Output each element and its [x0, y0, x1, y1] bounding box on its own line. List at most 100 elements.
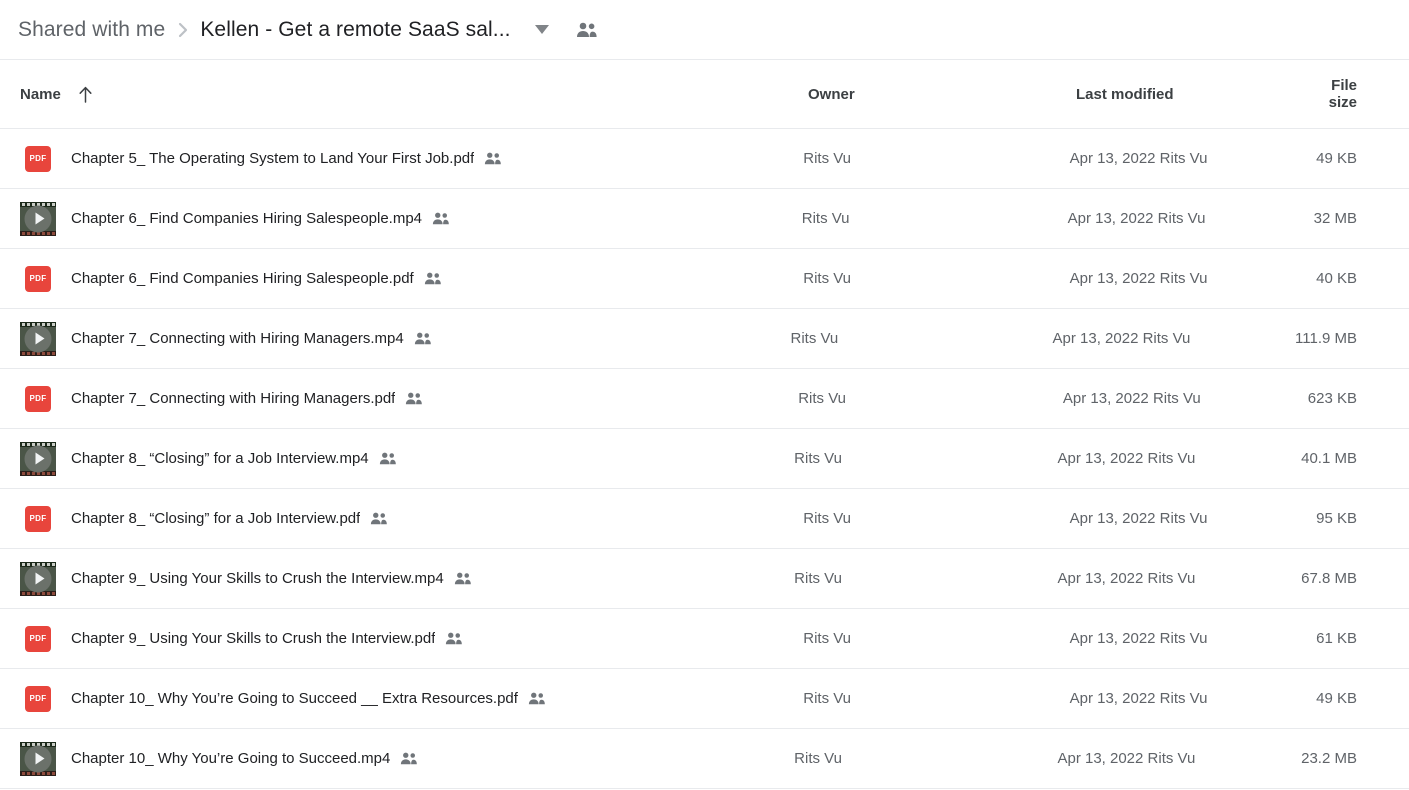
pdf-file-icon: PDF [20, 681, 56, 717]
file-name-cell[interactable]: PDF Chapter 6_ Find Companies Hiring Sale… [20, 261, 803, 297]
file-name-cell[interactable]: Chapter 8_ “Closing” for a Job Interview… [20, 441, 794, 477]
file-size-cell: 40 KB [1316, 270, 1357, 287]
file-row[interactable]: Chapter 8_ “Closing” for a Job Interview… [0, 429, 1409, 489]
pdf-file-icon-label: PDF [25, 505, 51, 532]
file-last-modified-cell: Apr 13, 2022 Rits Vu [1062, 390, 1201, 407]
file-row[interactable]: PDF Chapter 5_ The Operating System to La… [0, 129, 1409, 189]
pdf-file-icon-label: PDF [25, 265, 51, 292]
file-size-cell: 40.1 MB [1301, 450, 1357, 467]
shared-people-icon [400, 750, 418, 768]
file-name-label: Chapter 9_ Using Your Skills to Crush th… [71, 570, 444, 587]
file-size-cell: 95 KB [1316, 510, 1357, 527]
play-button-icon [24, 445, 52, 472]
file-size-cell: 23.2 MB [1301, 750, 1357, 767]
file-row[interactable]: PDF Chapter 10_ Why You’re Going to Succe… [0, 669, 1409, 729]
file-row[interactable]: Chapter 6_ Find Companies Hiring Salespe… [0, 189, 1409, 249]
column-header-owner[interactable]: Owner [808, 86, 1076, 103]
file-name-label: Chapter 10_ Why You’re Going to Succeed.… [71, 750, 391, 767]
file-row[interactable]: PDF Chapter 8_ “Closing” for a Job Interv… [0, 489, 1409, 549]
video-file-icon [20, 441, 56, 477]
file-name-label: Chapter 7_ Connecting with Hiring Manage… [71, 390, 396, 407]
file-owner-cell: Rits Vu [803, 150, 852, 167]
file-name-cell[interactable]: Chapter 6_ Find Companies Hiring Salespe… [20, 201, 802, 237]
file-owner-cell: Rits Vu [794, 450, 842, 467]
file-owner-cell: Rits Vu [794, 750, 842, 767]
file-last-modified-cell: Apr 13, 2022 Rits Vu [1057, 750, 1196, 767]
chevron-down-icon[interactable] [531, 19, 553, 41]
pdf-file-icon: PDF [20, 501, 56, 537]
file-size-cell: 49 KB [1316, 150, 1357, 167]
pdf-file-icon: PDF [20, 381, 56, 417]
breadcrumb-root-shared-with-me[interactable]: Shared with me [18, 18, 165, 42]
shared-people-icon [528, 690, 546, 708]
video-thumbnail [20, 321, 56, 356]
file-name-label: Chapter 9_ Using Your Skills to Crush th… [71, 630, 436, 647]
shared-people-icon [432, 210, 450, 228]
file-row[interactable]: Chapter 9_ Using Your Skills to Crush th… [0, 549, 1409, 609]
shared-people-icon [445, 630, 463, 648]
file-name-label: Chapter 6_ Find Companies Hiring Salespe… [71, 270, 414, 287]
breadcrumb-bar: Shared with me Kellen - Get a remote Saa… [0, 0, 1409, 60]
file-name-cell[interactable]: PDF Chapter 7_ Connecting with Hiring Man… [20, 381, 798, 417]
play-button-icon [24, 205, 52, 232]
file-last-modified-cell: Apr 13, 2022 Rits Vu [1069, 270, 1208, 287]
file-last-modified-cell: Apr 13, 2022 Rits Vu [1069, 150, 1208, 167]
file-owner-cell: Rits Vu [803, 270, 852, 287]
file-size-cell: 49 KB [1316, 690, 1357, 707]
file-owner-cell: Rits Vu [803, 690, 852, 707]
file-row[interactable]: Chapter 7_ Connecting with Hiring Manage… [0, 309, 1409, 369]
shared-people-icon [414, 330, 432, 348]
file-row[interactable]: PDF Chapter 9_ Using Your Skills to Crush… [0, 609, 1409, 669]
pdf-file-icon: PDF [20, 621, 56, 657]
shared-people-icon [484, 150, 502, 168]
breadcrumb-current-folder[interactable]: Kellen - Get a remote SaaS sal... [200, 18, 510, 42]
file-size-cell: 61 KB [1316, 630, 1357, 647]
column-header-file-size[interactable]: File size [1324, 77, 1409, 111]
pdf-file-icon: PDF [20, 261, 56, 297]
file-last-modified-cell: Apr 13, 2022 Rits Vu [1057, 570, 1196, 587]
pdf-file-icon-label: PDF [25, 145, 51, 172]
file-name-cell[interactable]: PDF Chapter 9_ Using Your Skills to Crush… [20, 621, 803, 657]
file-size-cell: 67.8 MB [1301, 570, 1357, 587]
file-name-cell[interactable]: Chapter 7_ Connecting with Hiring Manage… [20, 321, 790, 357]
video-file-icon [20, 741, 56, 777]
file-name-label: Chapter 8_ “Closing” for a Job Interview… [71, 510, 361, 527]
file-name-cell[interactable]: PDF Chapter 10_ Why You’re Going to Succe… [20, 681, 803, 717]
file-row[interactable]: PDF Chapter 6_ Find Companies Hiring Sale… [0, 249, 1409, 309]
file-name-cell[interactable]: PDF Chapter 8_ “Closing” for a Job Interv… [20, 501, 803, 537]
file-name-cell[interactable]: Chapter 9_ Using Your Skills to Crush th… [20, 561, 794, 597]
file-size-cell: 111.9 MB [1295, 330, 1357, 347]
shared-people-icon [370, 510, 388, 528]
shared-people-icon [405, 390, 423, 408]
file-last-modified-cell: Apr 13, 2022 Rits Vu [1069, 630, 1208, 647]
file-last-modified-cell: Apr 13, 2022 Rits Vu [1067, 210, 1206, 227]
file-owner-cell: Rits Vu [803, 630, 852, 647]
file-last-modified-cell: Apr 13, 2022 Rits Vu [1069, 510, 1208, 527]
file-size-cell: 623 KB [1307, 390, 1358, 407]
column-header-name[interactable]: Name [20, 86, 808, 103]
file-row[interactable]: PDF Chapter 7_ Connecting with Hiring Man… [0, 369, 1409, 429]
file-name-cell[interactable]: Chapter 10_ Why You’re Going to Succeed.… [20, 741, 794, 777]
file-owner-cell: Rits Vu [794, 570, 842, 587]
file-owner-cell: Rits Vu [801, 210, 850, 227]
column-header-name-label: Name [20, 85, 61, 103]
video-thumbnail [20, 561, 56, 596]
file-name-cell[interactable]: PDF Chapter 5_ The Operating System to La… [20, 141, 803, 177]
file-name-label: Chapter 5_ The Operating System to Land … [71, 150, 475, 167]
shared-people-icon [379, 450, 397, 468]
play-button-icon [24, 745, 52, 772]
sort-ascending-arrow-icon[interactable] [77, 86, 94, 103]
pdf-file-icon: PDF [20, 141, 56, 177]
file-name-label: Chapter 10_ Why You’re Going to Succeed … [71, 690, 518, 707]
pdf-file-icon-label: PDF [25, 385, 51, 412]
file-row[interactable]: Chapter 10_ Why You’re Going to Succeed.… [0, 729, 1409, 789]
video-thumbnail [20, 741, 56, 776]
video-file-icon [20, 561, 56, 597]
video-thumbnail [20, 201, 56, 236]
play-button-icon [24, 565, 52, 592]
column-header-last-modified[interactable]: Last modified [1076, 86, 1324, 103]
shared-people-icon [454, 570, 472, 588]
file-name-label: Chapter 6_ Find Companies Hiring Salespe… [71, 210, 423, 227]
file-last-modified-cell: Apr 13, 2022 Rits Vu [1057, 450, 1196, 467]
people-shared-icon[interactable] [575, 18, 599, 42]
